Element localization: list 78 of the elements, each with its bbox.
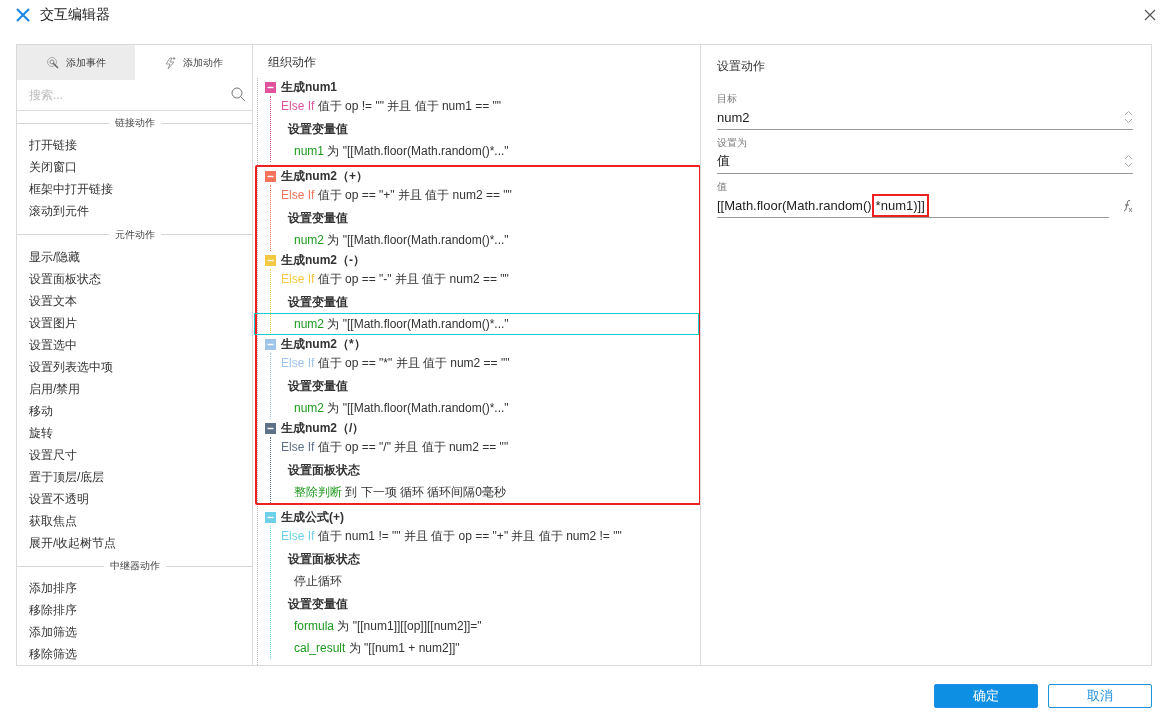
field-label: 设置为 [717,136,748,150]
action-list-item[interactable]: 移除排序 [17,599,252,621]
action-list-item[interactable]: 打开链接 [17,134,252,156]
chevron-icon [1124,110,1133,124]
action-list-item[interactable]: 启用/禁用 [17,377,252,400]
action-title[interactable]: 设置变量值 [281,374,699,397]
action-detail[interactable]: num1 为 "[[Math.floor(Math.random()*..." [254,140,700,162]
collapse-toggle-icon[interactable] [265,511,276,523]
action-title[interactable]: 设置变量值 [281,290,699,313]
action-detail[interactable]: formula 为 "[[num1]][[op]][[num2]]=" [254,615,700,637]
action-title[interactable]: 设置变量值 [281,206,699,229]
collapse-toggle-icon[interactable] [265,338,276,350]
panel-title: 组织动作 [267,54,317,71]
action-title[interactable]: 设置面板状态 [281,547,700,570]
action-list-item[interactable]: 置于顶层/底层 [17,465,252,488]
action-list-item[interactable]: 展开/收起树节点 [17,531,252,554]
action-list-item[interactable]: 设置面板状态 [17,267,252,290]
section-header: 链接动作 [114,116,155,131]
action-list-item[interactable]: 移动 [17,399,252,422]
collapse-toggle-icon[interactable] [265,81,276,93]
function-icon [1121,199,1133,213]
action-detail[interactable]: num2 为 "[[Math.floor(Math.random()*..." [254,397,699,419]
dropdown-field[interactable]: num2 [717,106,1133,130]
action-list-item[interactable]: 显示/隐藏 [17,245,252,268]
collapse-toggle-icon[interactable] [265,170,276,182]
action-list-item[interactable]: 添加筛选 [17,621,252,643]
action-list-item[interactable]: 设置列表选中项 [17,355,252,378]
action-detail[interactable]: num2 为 "[[Math.floor(Math.random()*..." [254,229,699,251]
action-title[interactable]: 设置面板状态 [281,458,699,481]
action-list-item[interactable]: 设置不透明 [17,487,252,510]
action-detail[interactable]: num2 为 "[[Math.floor(Math.random()*..." [254,313,699,335]
action-list-item[interactable]: 移除筛选 [17,643,252,665]
case-condition: Else If 值于 op == "+" 并且 值于 num2 == "" [281,187,513,204]
field-label: 值 [717,180,728,194]
case-name[interactable]: 生成num2（-） [281,251,365,269]
action-detail[interactable]: cal_result 为 "[[num1 + num2]]" [254,637,700,659]
case-name[interactable]: 生成num2（/） [281,419,365,437]
action-title[interactable]: 设置变量值 [281,117,700,140]
window-title: 交互编辑器 [40,6,111,24]
action-list-item[interactable]: 添加排序 [17,577,252,599]
panel-title: 设置动作 [717,58,766,75]
case-condition: Else If 值于 num1 != "" 并且 值于 op == "+" 并且 值于 num2 != "" [281,528,623,545]
case-name[interactable]: 生成公式(+) [281,508,344,526]
case-condition: Else If 值于 op == "-" 并且 值于 num2 == "" [281,271,510,288]
case-condition: Else If 值于 op == "/" 并且 值于 num2 == "" [281,439,510,456]
expression-field[interactable]: [[Math.floor(Math.random() *num1)]] [717,194,1109,218]
action-title[interactable]: 设置变量值 [281,592,700,615]
action-detail[interactable]: 整除判断 到 下一项 循环 循环间隔0毫秒 [254,481,699,503]
collapse-toggle-icon[interactable] [265,422,276,434]
action-list-item[interactable]: 获取焦点 [17,509,252,532]
field-label: 目标 [717,92,738,106]
case-condition: Else If 值于 op != "" 并且 值于 num1 == "" [281,98,503,115]
action-list-item[interactable]: 旋转 [17,421,252,444]
case-name[interactable]: 生成num1 [281,78,337,96]
cursor-click-icon [45,55,60,70]
close-icon[interactable] [1144,9,1156,21]
case-name[interactable]: 生成num2（+） [281,167,368,185]
collapse-toggle-icon[interactable] [265,254,276,266]
action-detail[interactable]: 停止循环 [254,570,700,592]
chevron-icon [1124,154,1133,168]
search-icon [231,87,246,103]
x-logo-icon [16,8,30,22]
action-list-item[interactable]: 关闭窗口 [17,156,252,178]
dropdown-field[interactable]: 值 [717,150,1133,174]
case-name[interactable]: 生成num2（*） [281,335,366,353]
case-condition: Else If 值于 op == "*" 并且 值于 num2 == "" [281,355,511,372]
action-list-item[interactable]: 设置尺寸 [17,443,252,466]
lightning-icon [163,55,178,70]
action-list-item[interactable]: 设置选中 [17,333,252,356]
tab[interactable]: 添加事件 [17,45,135,81]
action-list-item[interactable]: 设置文本 [17,289,252,312]
section-header: 元件动作 [114,227,155,242]
cancel-button[interactable]: 取消 [1048,684,1152,708]
action-list-item[interactable]: 框架中打开链接 [17,178,252,200]
section-header: 中继器动作 [109,559,160,574]
search-field[interactable]: 搜索... [29,87,231,102]
action-list-item[interactable]: 滚动到元件 [17,200,252,222]
action-list-item[interactable]: 设置图片 [17,311,252,334]
